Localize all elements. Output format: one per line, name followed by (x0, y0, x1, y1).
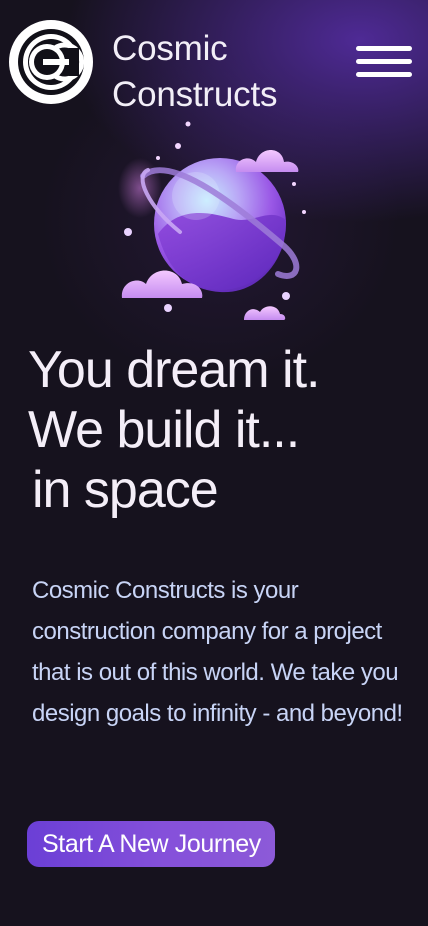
hero-headline: You dream it. We build it... in space (28, 340, 320, 520)
hamburger-menu-button[interactable] (356, 44, 412, 80)
hamburger-menu-icon-bar-bottom (356, 72, 412, 77)
brand-name: Cosmic Constructs (112, 26, 277, 118)
hamburger-menu-icon-bar-middle (356, 59, 412, 64)
cc-monogram-logo-icon (9, 20, 93, 104)
planet-with-clouds-illustration (118, 121, 306, 320)
hamburger-menu-icon-bar-top (356, 46, 412, 51)
brand-name-line1: Cosmic (112, 29, 228, 68)
hero-headline-line1: You dream it. (28, 341, 320, 399)
site-header: Cosmic Constructs (0, 0, 428, 120)
brand-name-line2: Constructs (112, 75, 278, 114)
hero-description: Cosmic Constructs is your construction c… (32, 577, 403, 727)
hero-headline-line2: We build it... (28, 401, 300, 459)
brand-logo-link[interactable] (9, 20, 93, 104)
hero-headline-line3: in space (32, 461, 219, 519)
start-new-journey-button[interactable]: Start A New Journey (27, 821, 275, 867)
